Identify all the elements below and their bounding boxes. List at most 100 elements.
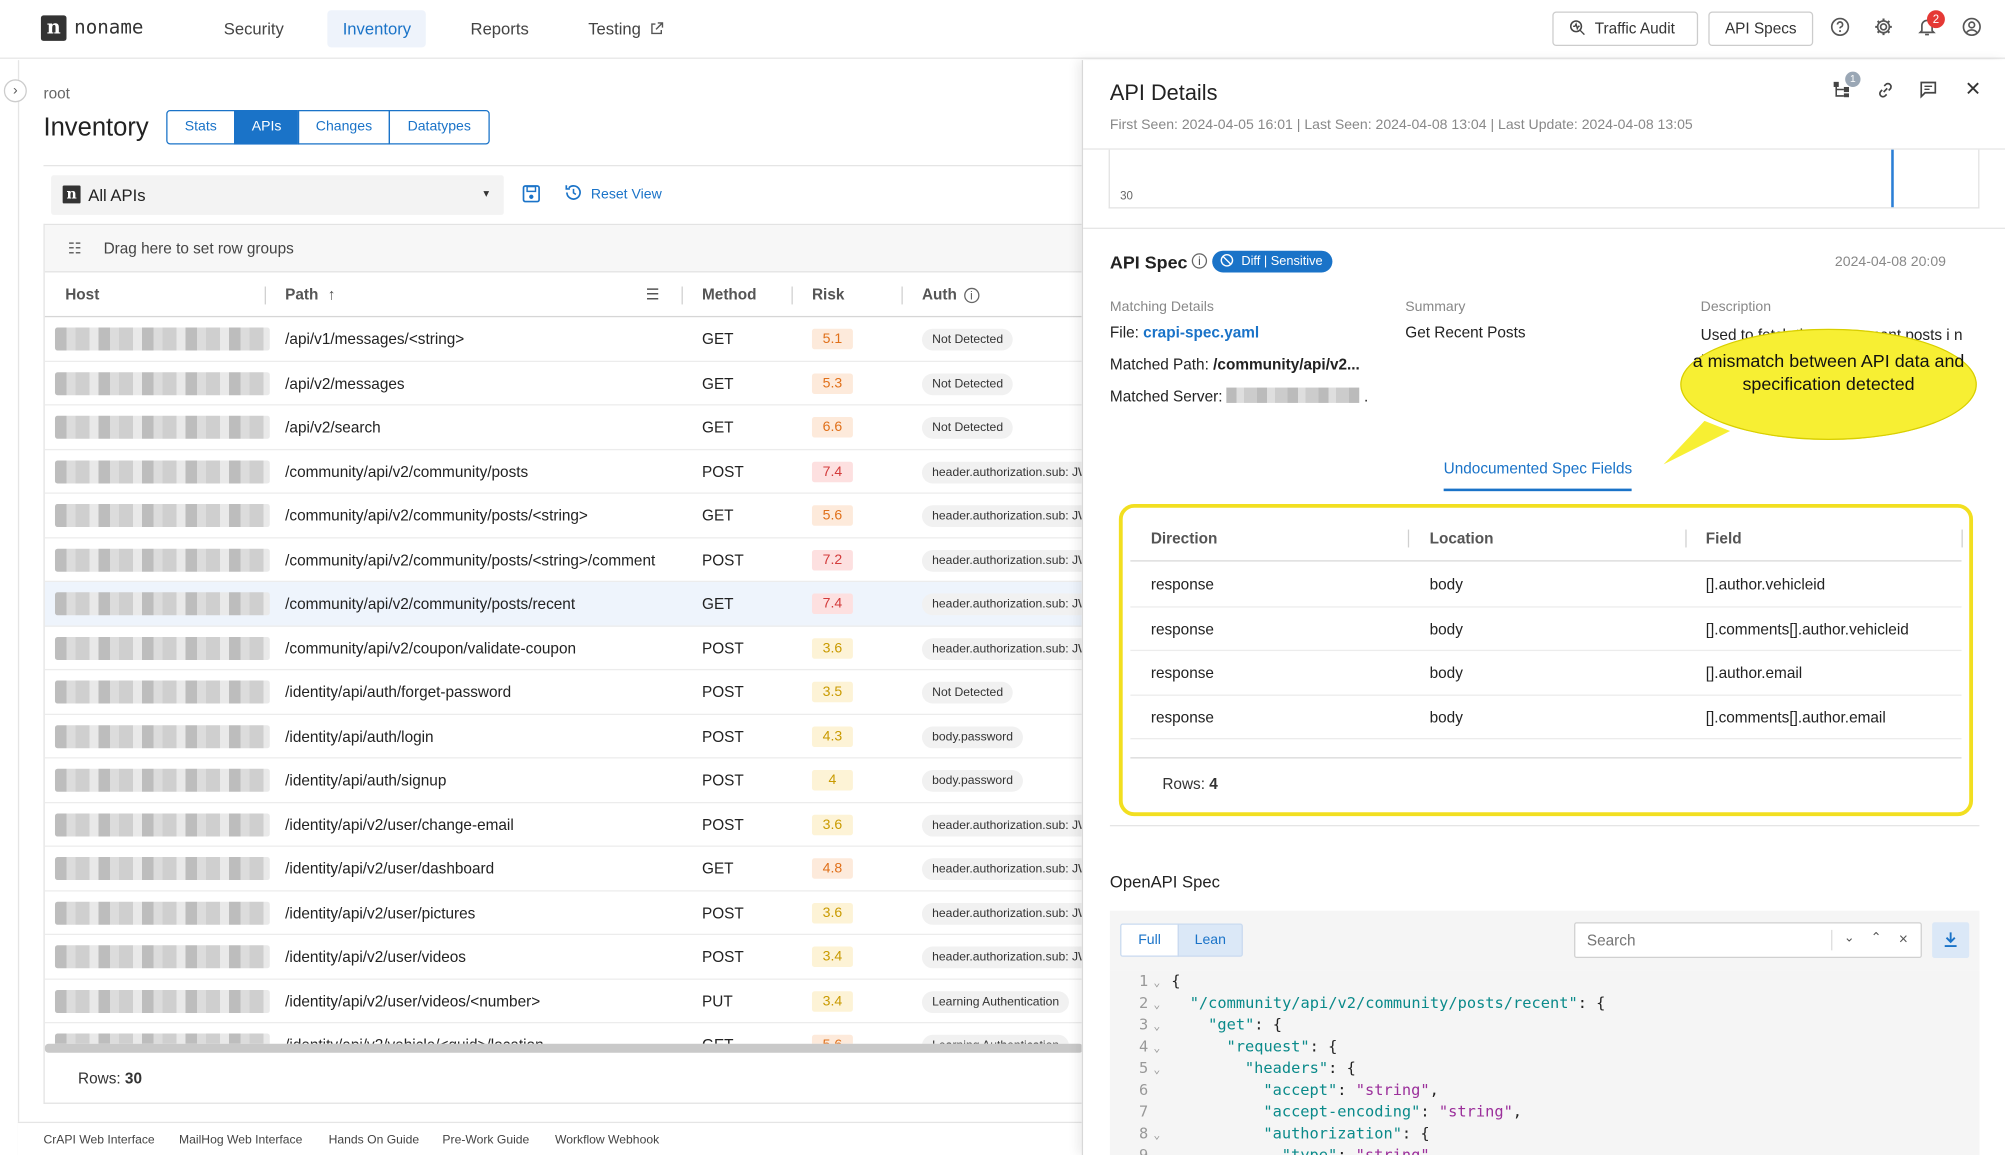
table-row[interactable]: /community/api/v2/coupon/validate-coupon… (44, 626, 1082, 671)
column-method[interactable]: Method (702, 272, 757, 317)
code-token: : { (1577, 993, 1606, 1012)
footer-links: CrAPI Web Interface MailHog Web Interfac… (17, 1121, 1082, 1155)
table-row[interactable]: /api/v2/messages GET 5.3 Not Detected (44, 361, 1082, 406)
table-row[interactable]: /identity/api/auth/forget-password POST 3.… (44, 670, 1082, 715)
clear-search-icon[interactable]: × (1899, 930, 1908, 948)
table-row[interactable]: /identity/api/v2/user/videos/<number> PUT… (44, 979, 1082, 1024)
matched-server-label: Matched Server: (1109, 387, 1223, 406)
table-row[interactable]: /api/v2/search GET 6.6 Not Detected (44, 405, 1082, 450)
table-row[interactable]: /identity/api/auth/login POST 4.3 body.pass… (44, 714, 1082, 759)
column-separator[interactable] (1407, 529, 1410, 548)
column-menu-icon[interactable]: ☰ (646, 272, 660, 317)
help-icon[interactable] (1829, 17, 1852, 40)
save-view-icon[interactable] (522, 184, 541, 210)
table-row[interactable]: /identity/api/v2/user/pictures POST 3.6 hea… (44, 891, 1082, 936)
nav-inventory[interactable]: Inventory (327, 10, 427, 48)
comments-icon[interactable] (1918, 81, 1938, 101)
column-path[interactable]: Path ↑ (285, 272, 335, 317)
column-host[interactable]: Host (65, 272, 99, 317)
path-cell: /identity/api/v2/vehicle/<guid>/location (285, 1023, 543, 1044)
table-row[interactable]: /community/api/v2/community/posts/<strin… (44, 538, 1082, 582)
code-line: 9 "type": "string" (1110, 1145, 1430, 1155)
direction-cell: response (1150, 575, 1214, 594)
openapi-code-view[interactable]: 1 ⌄{2 ⌄ "/community/api/v2/community/posts/… (1109, 970, 1980, 1155)
table-row[interactable]: /community/api/v2/community/posts/<strin… (44, 494, 1082, 538)
path-cell: /community/api/v2/community/posts/<strin… (285, 550, 656, 569)
table-row[interactable]: /identity/api/v2/user/dashboard GET 4.8 hea… (44, 847, 1082, 891)
field-cell: [].comments[].author.email (1705, 707, 1886, 726)
spec-file-link[interactable]: crapi-spec.yaml (1143, 324, 1259, 342)
column-location[interactable]: Location (1430, 515, 1494, 561)
toggle-full[interactable]: Full (1120, 923, 1179, 957)
column-separator[interactable] (1685, 529, 1687, 548)
table-row[interactable]: /identity/api/v2/user/videos POST 3.4 heade… (44, 935, 1082, 980)
nav-testing-label: Testing (588, 19, 641, 39)
chevron-up-icon[interactable]: ⌃ (1871, 931, 1882, 945)
host-redacted (54, 724, 270, 748)
table-row[interactable]: /identity/api/v2/vehicle/<guid>/location… (45, 1023, 1082, 1044)
spec-search-input[interactable] (1575, 923, 1832, 957)
column-separator[interactable] (681, 286, 683, 305)
nav-security[interactable]: Security (208, 10, 299, 47)
table-row[interactable]: /community/api/v2/community/posts POST 7.4… (44, 450, 1082, 494)
footer-link-workflow-webhook[interactable]: Workflow Webhook (555, 1133, 659, 1147)
spec-date: 2024-04-08 20:09 (1834, 254, 1947, 270)
breadcrumb[interactable]: root (43, 84, 69, 102)
auth-chip: body.password (921, 770, 1024, 792)
api-specs-button[interactable]: API Specs (1708, 11, 1814, 47)
table-row[interactable]: /community/api/v2/community/posts/recent… (44, 581, 1082, 627)
copy-link-icon[interactable] (1875, 81, 1895, 101)
column-auth[interactable]: Auth i (922, 272, 980, 317)
download-spec-button[interactable] (1932, 922, 1970, 959)
table-row[interactable]: /identity/api/v2/user/change-email POST 3.… (44, 803, 1082, 847)
column-risk[interactable]: Risk (812, 272, 844, 317)
nav-reports[interactable]: Reports (455, 10, 544, 47)
table-row[interactable]: response body [].comments[].author.email (1130, 695, 1962, 740)
row-groups-dropzone[interactable]: ☷ Drag here to set row groups (44, 225, 1082, 273)
table-row[interactable]: response body [].comments[].author.vehicle… (1130, 607, 1962, 652)
toggle-lean[interactable]: Lean (1177, 923, 1243, 957)
column-separator[interactable] (264, 286, 266, 305)
footer-link-hands-on-guide[interactable]: Hands On Guide (329, 1133, 419, 1147)
line-number: 8 (1139, 1124, 1149, 1143)
tab-datatypes[interactable]: Datatypes (388, 110, 490, 145)
info-icon[interactable]: i (1191, 253, 1208, 269)
tab-changes[interactable]: Changes (297, 110, 391, 145)
traffic-audit-button[interactable]: Traffic Audit (1552, 11, 1699, 47)
footer-link-mailhog[interactable]: MailHog Web Interface (179, 1133, 302, 1147)
table-row[interactable]: /identity/api/auth/signup POST 4 body.passw… (44, 759, 1082, 803)
tab-stats[interactable]: Stats (166, 110, 236, 145)
line-number: 7 (1139, 1102, 1149, 1121)
path-cell: /identity/api/v2/user/videos (285, 947, 466, 966)
reset-view-button[interactable]: Reset View (564, 183, 662, 202)
column-separator[interactable] (791, 286, 793, 305)
table-row[interactable]: response body [].author.email (1130, 651, 1962, 696)
noname-logo-icon[interactable]: n (40, 15, 67, 41)
history-reset-icon (565, 185, 581, 200)
horizontal-scrollbar[interactable] (44, 1043, 1082, 1053)
table-row[interactable]: /api/v1/messages/<string> GET 5.1 Not Detec… (44, 317, 1082, 362)
expand-sidebar-chevron-icon[interactable]: › (3, 79, 27, 103)
host-redacted (54, 989, 270, 1013)
settings-gear-icon[interactable] (1872, 17, 1895, 40)
footer-link-crapi[interactable]: CrAPI Web Interface (43, 1133, 154, 1147)
footer-link-pre-work-guide[interactable]: Pre-Work Guide (442, 1133, 529, 1147)
nav-testing[interactable]: Testing (573, 10, 679, 47)
path-cell: /identity/api/v2/user/pictures (285, 903, 476, 922)
column-separator[interactable] (1961, 529, 1963, 548)
tab-apis[interactable]: APIs (234, 110, 300, 145)
diff-sensitive-badge[interactable]: Diff | Sensitive (1212, 250, 1333, 273)
column-direction[interactable]: Direction (1151, 515, 1218, 561)
column-separator[interactable] (901, 286, 903, 305)
view-select[interactable]: n All APIs ▾ (51, 175, 504, 215)
method-cell: GET (702, 330, 734, 348)
tab-undocumented-spec-fields[interactable]: Undocumented Spec Fields (1443, 459, 1633, 492)
column-field[interactable]: Field (1706, 515, 1742, 561)
user-account-icon[interactable] (1960, 17, 1983, 40)
table-row[interactable]: response body [].author.vehicleid (1130, 563, 1962, 607)
close-icon[interactable] (1963, 81, 1983, 101)
chevron-down-icon[interactable]: ⌄ (1844, 931, 1855, 945)
brand-name[interactable]: noname (74, 15, 143, 38)
auth-chip: Not Detected (921, 372, 1014, 395)
page-title: Inventory (43, 113, 149, 142)
